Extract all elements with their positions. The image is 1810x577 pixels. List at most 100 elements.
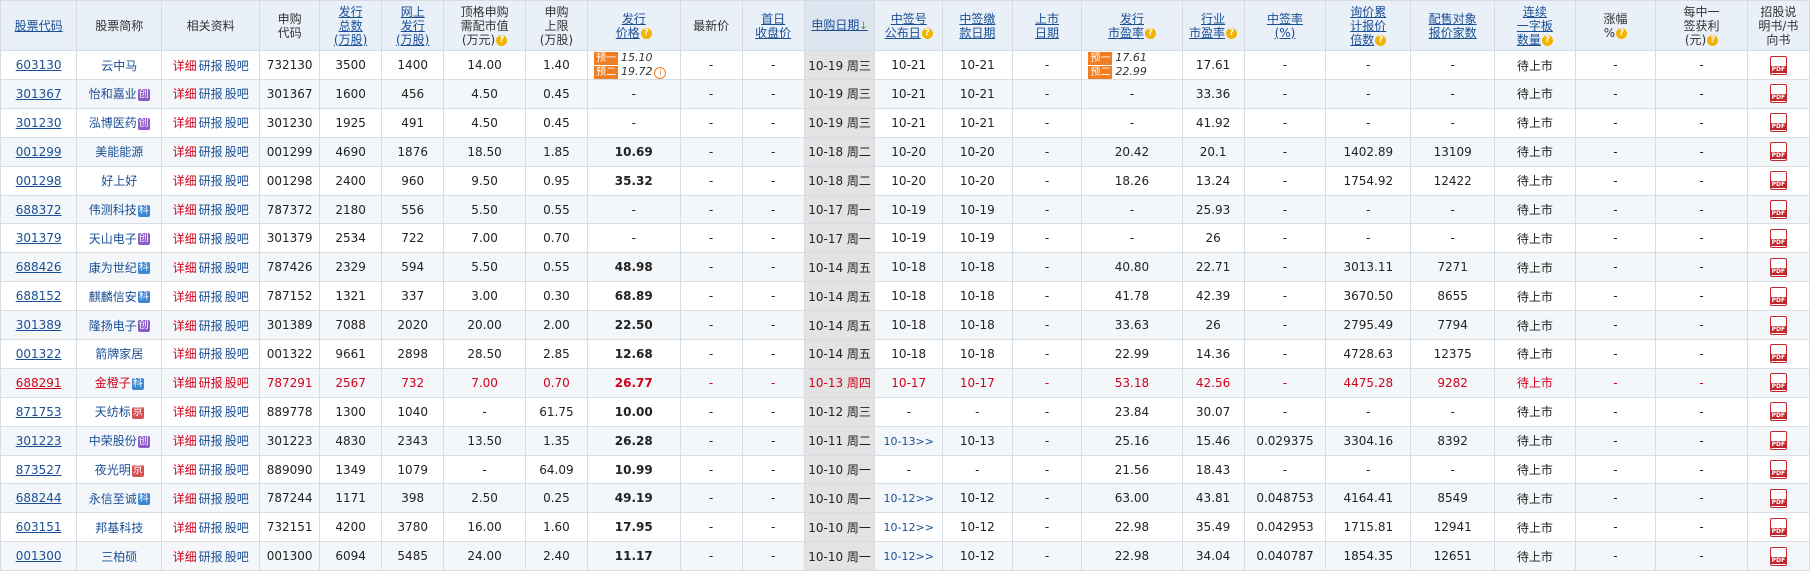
detail-link[interactable]: 详细 — [173, 347, 197, 361]
forum-link[interactable]: 股吧 — [225, 521, 249, 535]
detail-link[interactable]: 详细 — [173, 376, 197, 390]
research-link[interactable]: 研报 — [199, 261, 223, 275]
stock-code-link[interactable]: 688152 — [16, 289, 62, 303]
detail-link[interactable]: 详细 — [173, 232, 197, 246]
pdf-icon[interactable] — [1769, 257, 1787, 277]
lottery-result-link[interactable]: 10-12>> — [884, 550, 934, 563]
detail-link[interactable]: 详细 — [173, 319, 197, 333]
column-header[interactable]: 中签缴 款日期 — [942, 0, 1013, 51]
stock-name-link[interactable]: 天山电子 — [89, 232, 137, 246]
stock-code-link[interactable]: 301223 — [16, 434, 62, 448]
research-link[interactable]: 研报 — [199, 376, 223, 390]
column-header[interactable]: 上市 日期 — [1011, 0, 1083, 51]
forum-link[interactable]: 股吧 — [225, 319, 249, 333]
stock-name-link[interactable]: 箭牌家居 — [95, 347, 143, 361]
help-icon[interactable]: ? — [1375, 34, 1387, 46]
lottery-result-link[interactable]: 10-12>> — [884, 492, 934, 505]
research-link[interactable]: 研报 — [199, 145, 223, 159]
stock-name-link[interactable]: 中荣股份 — [89, 434, 137, 448]
lottery-result-link[interactable]: 10-13>> — [884, 435, 934, 448]
forum-link[interactable]: 股吧 — [225, 59, 249, 73]
column-header[interactable]: 股票代码 — [0, 0, 78, 51]
research-link[interactable]: 研报 — [199, 232, 223, 246]
stock-code-link[interactable]: 001300 — [16, 549, 62, 563]
stock-name-link[interactable]: 三柏硕 — [101, 550, 137, 564]
stock-code-link[interactable]: 301367 — [16, 87, 62, 101]
stock-code-link[interactable]: 688291 — [16, 376, 62, 390]
pdf-icon[interactable] — [1769, 344, 1787, 364]
forum-link[interactable]: 股吧 — [225, 376, 249, 390]
stock-name-link[interactable]: 怡和嘉业 — [89, 87, 137, 101]
research-link[interactable]: 研报 — [199, 463, 223, 477]
research-link[interactable]: 研报 — [199, 290, 223, 304]
pdf-icon[interactable] — [1769, 315, 1787, 335]
stock-name-link[interactable]: 夜光明 — [95, 463, 131, 477]
detail-link[interactable]: 详细 — [173, 59, 197, 73]
forum-link[interactable]: 股吧 — [225, 405, 249, 419]
forum-link[interactable]: 股吧 — [225, 347, 249, 361]
stock-name-link[interactable]: 麒麟信安 — [89, 290, 137, 304]
detail-link[interactable]: 详细 — [173, 203, 197, 217]
pdf-icon[interactable] — [1769, 142, 1787, 162]
stock-code-link[interactable]: 688372 — [16, 203, 62, 217]
pdf-icon[interactable] — [1769, 171, 1787, 191]
research-link[interactable]: 研报 — [199, 405, 223, 419]
stock-code-link[interactable]: 688244 — [16, 491, 62, 505]
research-link[interactable]: 研报 — [199, 319, 223, 333]
research-link[interactable]: 研报 — [199, 347, 223, 361]
pdf-icon[interactable] — [1769, 517, 1787, 537]
column-header[interactable]: 询价累 计报价 倍数? — [1325, 0, 1412, 51]
stock-name-link[interactable]: 好上好 — [101, 174, 137, 188]
research-link[interactable]: 研报 — [199, 492, 223, 506]
stock-name-link[interactable]: 金橙子 — [95, 376, 131, 390]
stock-code-link[interactable]: 301379 — [16, 231, 62, 245]
detail-link[interactable]: 详细 — [173, 521, 197, 535]
stock-name-link[interactable]: 伟测科技 — [89, 203, 137, 217]
research-link[interactable]: 研报 — [199, 59, 223, 73]
detail-link[interactable]: 详细 — [173, 290, 197, 304]
forum-link[interactable]: 股吧 — [225, 434, 249, 448]
forum-link[interactable]: 股吧 — [225, 463, 249, 477]
research-link[interactable]: 研报 — [199, 521, 223, 535]
pdf-icon[interactable] — [1769, 402, 1787, 422]
column-header[interactable]: 发行 市盈率? — [1081, 0, 1183, 51]
detail-link[interactable]: 详细 — [173, 145, 197, 159]
column-header[interactable]: 连续 一字板 数量? — [1494, 0, 1576, 51]
column-header[interactable]: 行业 市盈率? — [1181, 0, 1245, 51]
column-header[interactable]: 中签率 (%) — [1243, 0, 1327, 51]
column-header[interactable]: 发行 总数 (万股) — [319, 0, 383, 51]
stock-name-link[interactable]: 康为世纪 — [89, 261, 137, 275]
help-icon[interactable]: ? — [1541, 34, 1553, 46]
column-header[interactable]: 配售对象 报价家数 — [1410, 0, 1496, 51]
stock-code-link[interactable]: 603151 — [16, 520, 62, 534]
pdf-icon[interactable] — [1769, 488, 1787, 508]
detail-link[interactable]: 详细 — [173, 174, 197, 188]
stock-code-link[interactable]: 001298 — [16, 174, 62, 188]
help-icon[interactable]: ? — [640, 27, 652, 39]
research-link[interactable]: 研报 — [199, 434, 223, 448]
help-icon[interactable]: ? — [1707, 34, 1719, 46]
pdf-icon[interactable] — [1769, 113, 1787, 133]
stock-code-link[interactable]: 001322 — [16, 347, 62, 361]
forum-link[interactable]: 股吧 — [225, 87, 249, 101]
column-header[interactable]: 申购日期↓ — [803, 0, 876, 51]
stock-name-link[interactable]: 泓博医药 — [89, 116, 137, 130]
help-icon[interactable]: ? — [1144, 27, 1156, 39]
forum-link[interactable]: 股吧 — [225, 145, 249, 159]
pdf-icon[interactable] — [1769, 84, 1787, 104]
forum-link[interactable]: 股吧 — [225, 261, 249, 275]
detail-link[interactable]: 详细 — [173, 405, 197, 419]
help-icon[interactable]: ? — [496, 34, 508, 46]
stock-name-link[interactable]: 美能能源 — [95, 145, 143, 159]
pdf-icon[interactable] — [1769, 431, 1787, 451]
column-header[interactable]: 中签号 公布日? — [874, 0, 943, 51]
research-link[interactable]: 研报 — [199, 87, 223, 101]
pdf-icon[interactable] — [1769, 200, 1787, 219]
detail-link[interactable]: 详细 — [173, 434, 197, 448]
pdf-icon[interactable] — [1769, 373, 1787, 393]
stock-code-link[interactable]: 871753 — [16, 405, 62, 419]
research-link[interactable]: 研报 — [199, 550, 223, 564]
stock-code-link[interactable]: 873527 — [16, 463, 62, 477]
pdf-icon[interactable] — [1769, 460, 1787, 480]
forum-link[interactable]: 股吧 — [225, 290, 249, 304]
